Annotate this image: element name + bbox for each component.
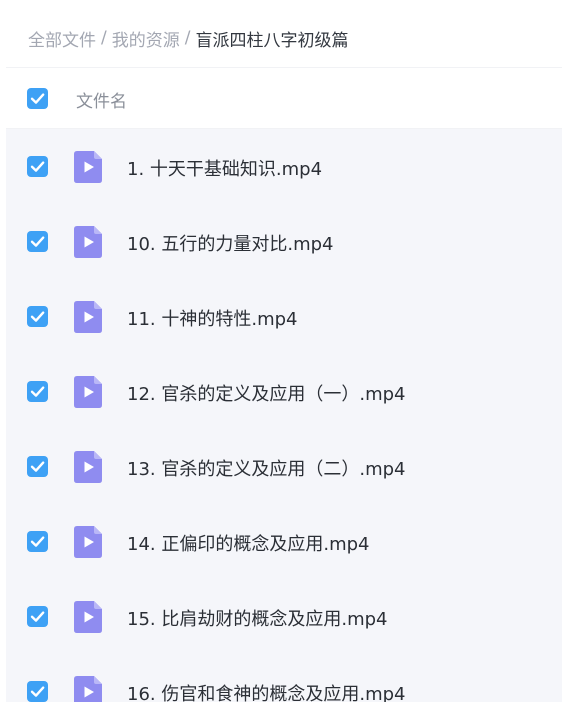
file-checkbox[interactable] [27, 381, 48, 402]
column-header-filename[interactable]: 文件名 [76, 87, 127, 112]
breadcrumb-all-files[interactable]: 全部文件 [28, 26, 96, 51]
file-name: 13. 官杀的定义及应用（二）.mp4 [127, 459, 406, 480]
file-checkbox[interactable] [27, 456, 48, 477]
file-checkbox[interactable] [27, 156, 48, 177]
file-checkbox[interactable] [27, 231, 48, 252]
file-name: 10. 五行的力量对比.mp4 [127, 234, 334, 255]
file-name: 12. 官杀的定义及应用（一）.mp4 [127, 384, 406, 405]
breadcrumb-separator: / [184, 28, 191, 48]
file-row[interactable]: 10. 五行的力量对比.mp4 [6, 204, 562, 279]
check-icon [30, 386, 45, 397]
file-list: 1. 十天干基础知识.mp4 10. 五行的力量对比.mp4 11. 十神的特性.m… [6, 129, 562, 702]
file-checkbox[interactable] [27, 306, 48, 327]
video-file-icon [74, 226, 102, 258]
file-checkbox[interactable] [27, 531, 48, 552]
check-icon [30, 93, 45, 104]
file-row[interactable]: 14. 正偏印的概念及应用.mp4 [6, 504, 562, 579]
file-name: 16. 伤官和食神的概念及应用.mp4 [127, 684, 406, 702]
breadcrumb-current-folder: 盲派四柱八字初级篇 [195, 30, 349, 51]
file-name: 14. 正偏印的概念及应用.mp4 [127, 534, 370, 555]
file-row[interactable]: 12. 官杀的定义及应用（一）.mp4 [6, 354, 562, 429]
file-name: 11. 十神的特性.mp4 [127, 309, 298, 330]
list-header: 文件名 [6, 67, 562, 129]
video-file-icon [74, 676, 102, 702]
check-icon [30, 536, 45, 547]
check-icon [30, 161, 45, 172]
video-file-icon [74, 451, 102, 483]
check-icon [30, 611, 45, 622]
check-icon [30, 686, 45, 697]
select-all-checkbox[interactable] [27, 88, 48, 109]
file-checkbox[interactable] [27, 681, 48, 702]
check-icon [30, 236, 45, 247]
breadcrumb-my-resources[interactable]: 我的资源 [112, 26, 180, 51]
file-row[interactable]: 1. 十天干基础知识.mp4 [6, 129, 562, 204]
video-file-icon [74, 301, 102, 333]
check-icon [30, 311, 45, 322]
file-row[interactable]: 11. 十神的特性.mp4 [6, 279, 562, 354]
file-row[interactable]: 16. 伤官和食神的概念及应用.mp4 [6, 654, 562, 702]
breadcrumb: 全部文件 / 我的资源 / 盲派四柱八字初级篇 [28, 24, 348, 52]
video-file-icon [74, 526, 102, 558]
file-name: 15. 比肩劫财的概念及应用.mp4 [127, 609, 388, 630]
file-checkbox[interactable] [27, 606, 48, 627]
video-file-icon [74, 376, 102, 408]
video-file-icon [74, 601, 102, 633]
file-row[interactable]: 15. 比肩劫财的概念及应用.mp4 [6, 579, 562, 654]
video-file-icon [74, 151, 102, 183]
file-name: 1. 十天干基础知识.mp4 [127, 159, 323, 180]
file-browser: 全部文件 / 我的资源 / 盲派四柱八字初级篇 文件名 1. 十天干基础知识.m… [0, 0, 568, 702]
breadcrumb-separator: / [101, 28, 107, 48]
file-row[interactable]: 13. 官杀的定义及应用（二）.mp4 [6, 429, 562, 504]
check-icon [30, 461, 45, 472]
